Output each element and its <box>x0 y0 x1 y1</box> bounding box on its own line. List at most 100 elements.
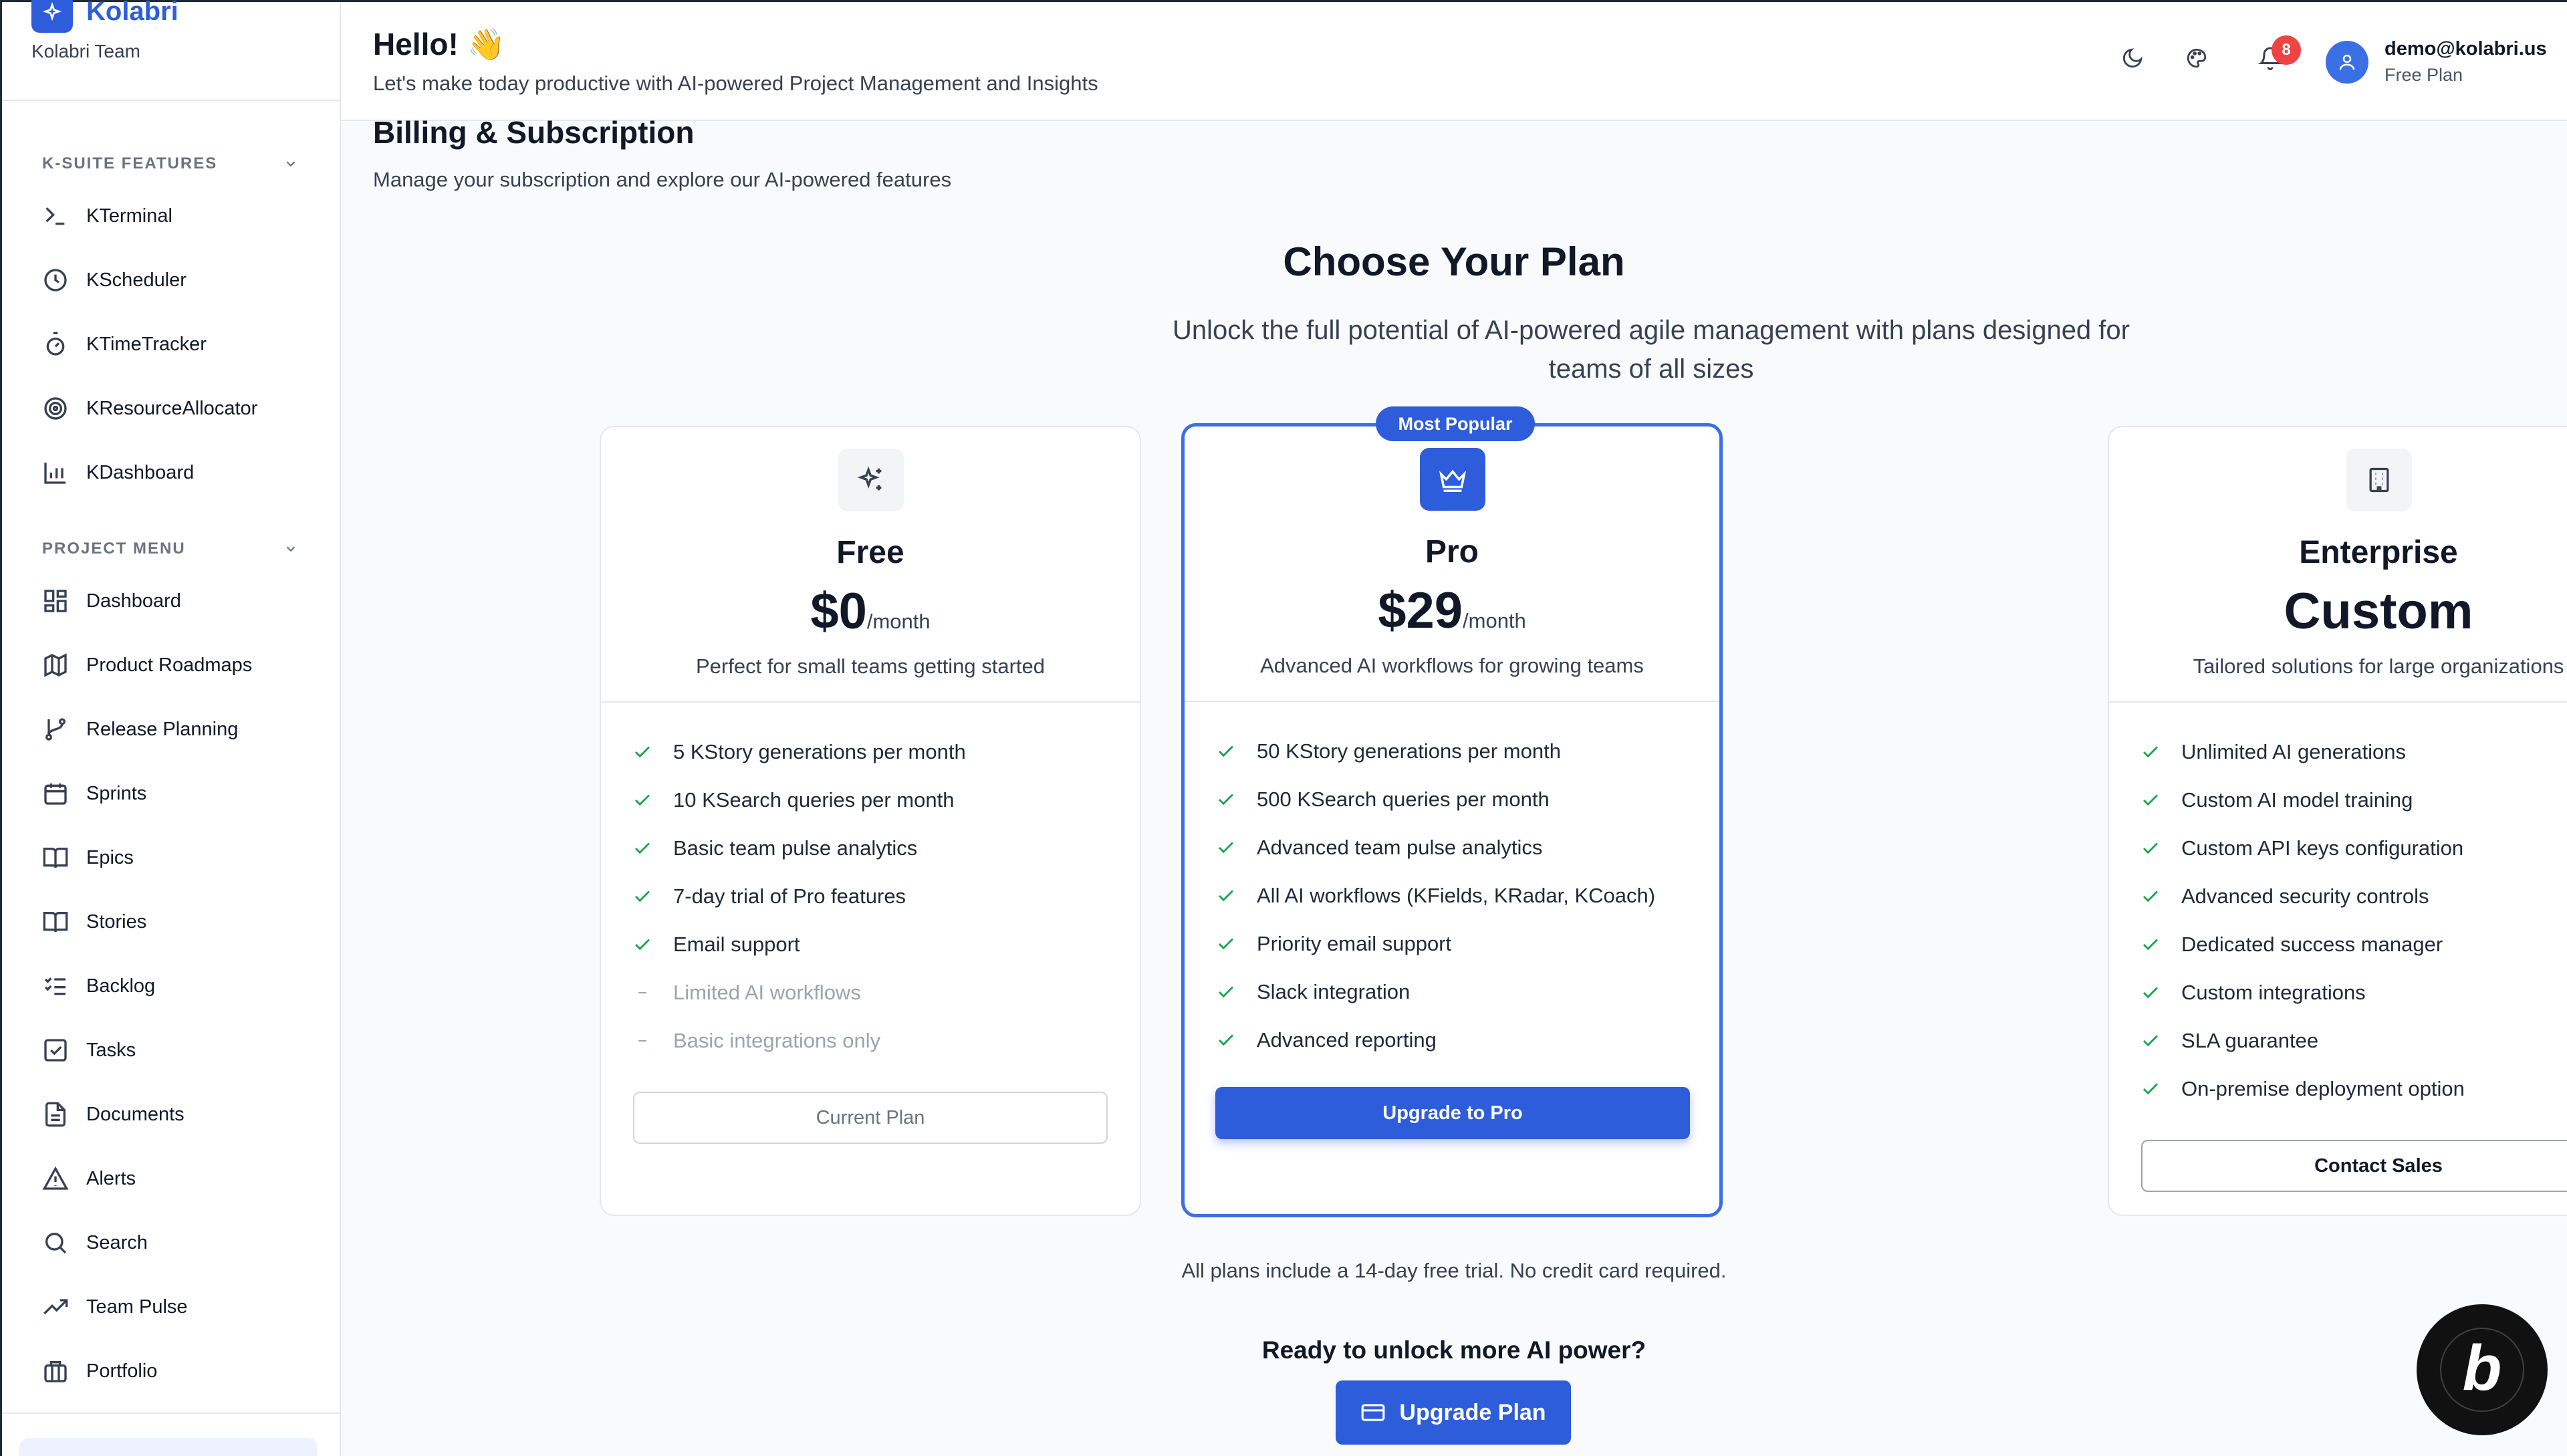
sidebar-item-kresourceallocator[interactable]: KResourceAllocator <box>2 376 341 441</box>
check-icon <box>632 742 653 762</box>
most-popular-badge: Most Popular <box>1376 406 1535 441</box>
list-item: Custom API keys configuration <box>2140 824 2465 872</box>
list-item: Unlimited AI generations <box>2140 728 2465 776</box>
sparkles-logo-icon <box>31 0 73 33</box>
check-icon <box>1215 790 1237 810</box>
brand-name[interactable]: Kolabri <box>86 0 178 27</box>
feature-text: Advanced reporting <box>1257 1028 1437 1052</box>
sidebar-item-stories[interactable]: Stories <box>2 890 341 954</box>
list-item: Slack integration <box>1215 968 1655 1016</box>
sidebar-item-kscheduler[interactable]: KScheduler <box>2 248 341 312</box>
plan-card-enterprise: Enterprise Custom Tailored solutions for… <box>2108 426 2567 1216</box>
sidebar-item-product-roadmaps[interactable]: Product Roadmaps <box>2 633 341 697</box>
brand-header: Kolabri Kolabri Team <box>2 0 340 101</box>
briefcase-icon <box>44 1361 67 1382</box>
plan-card-free: Free $0/month Perfect for small teams ge… <box>600 426 1141 1216</box>
alert-triangle-icon <box>42 1166 69 1190</box>
feature-text: 500 KSearch queries per month <box>1257 787 1550 811</box>
feature-text: Advanced security controls <box>2181 884 2429 908</box>
sidebar-item-epics[interactable]: Epics <box>2 826 341 890</box>
list-item: Advanced team pulse analytics <box>1215 824 1655 872</box>
sidebar-item-dashboard[interactable]: Dashboard <box>2 569 341 633</box>
list-item: All AI workflows (KFields, KRadar, KCoac… <box>1215 872 1655 920</box>
divider <box>1185 701 1719 702</box>
greeting: Hello! 👋 <box>373 27 505 62</box>
sidebar-item-ktimetracker[interactable]: KTimeTracker <box>2 312 341 376</box>
sidebar-item-label: KDashboard <box>86 461 195 483</box>
price-unit: /month <box>866 610 931 633</box>
sidebar-item-label: Epics <box>86 846 134 868</box>
feature-text: 7-day trial of Pro features <box>673 884 906 908</box>
feature-text: SLA guarantee <box>2181 1029 2319 1052</box>
check-icon <box>2140 935 2161 955</box>
user-plan: Free Plan <box>2385 65 2463 85</box>
list-item: Advanced reporting <box>1215 1016 1655 1064</box>
check-square-icon <box>44 1039 67 1062</box>
list-item: 10 KSearch queries per month <box>632 776 966 824</box>
list-item: Custom AI model training <box>2140 776 2465 824</box>
feature-text: Unlimited AI generations <box>2181 740 2407 763</box>
ksuite-section-header[interactable]: K-SUITE FEATURES <box>2 144 341 184</box>
check-icon <box>2140 1031 2161 1051</box>
sidebar-footer-card[interactable] <box>19 1438 318 1456</box>
terminal-icon <box>45 207 65 225</box>
sidebar-item-label: Documents <box>86 1103 185 1125</box>
sidebar-item-tasks[interactable]: Tasks <box>2 1018 341 1082</box>
list-checks-icon <box>44 977 66 995</box>
list-item: 500 KSearch queries per month <box>1215 775 1655 824</box>
project-section: PROJECT MENU Dashboard Product Roadmaps … <box>2 529 341 1403</box>
feature-text: Basic integrations only <box>673 1029 881 1052</box>
feature-text: 5 KStory generations per month <box>673 740 966 763</box>
sidebar-item-kterminal[interactable]: KTerminal <box>2 184 341 248</box>
plan-price: $29/month <box>1185 582 1719 640</box>
moon-icon[interactable] <box>2118 43 2147 73</box>
project-section-title: PROJECT MENU <box>42 539 186 558</box>
sidebar-item-documents[interactable]: Documents <box>2 1082 341 1146</box>
current-plan-button[interactable]: Current Plan <box>633 1092 1108 1144</box>
sidebar-item-sprints[interactable]: Sprints <box>2 761 341 826</box>
price-unit: /month <box>1463 609 1526 632</box>
check-icon <box>2140 983 2161 1003</box>
sidebar-item-team-pulse[interactable]: Team Pulse <box>2 1275 341 1339</box>
page-title: Billing & Subscription <box>373 115 695 150</box>
user-email[interactable]: demo@kolabri.us <box>2385 38 2547 60</box>
divider <box>601 701 1140 703</box>
feature-text: Limited AI workflows <box>673 981 861 1004</box>
sidebar-item-kdashboard[interactable]: KDashboard <box>2 441 341 505</box>
sidebar-item-alerts[interactable]: Alerts <box>2 1146 341 1211</box>
check-icon <box>2140 790 2161 810</box>
feature-text: Email support <box>673 933 800 956</box>
sidebar-item-backlog[interactable]: Backlog <box>2 954 341 1018</box>
git-branch-icon <box>45 718 66 741</box>
notification-badge: 8 <box>2272 35 2301 65</box>
upgrade-plan-button[interactable]: Upgrade Plan <box>1336 1380 1571 1445</box>
plan-price: Custom <box>2109 582 2567 640</box>
divider <box>2109 701 2567 703</box>
contact-sales-button[interactable]: Contact Sales <box>2141 1140 2567 1192</box>
sidebar-item-label: Portfolio <box>86 1360 158 1382</box>
project-section-header[interactable]: PROJECT MENU <box>2 529 341 569</box>
feature-text: Custom integrations <box>2181 981 2366 1004</box>
sidebar: Kolabri Kolabri Team K-SUITE FEATURES KT… <box>2 0 341 1456</box>
file-text-icon <box>45 1102 66 1127</box>
dash-icon <box>632 986 653 999</box>
list-item: Custom integrations <box>2140 969 2465 1017</box>
feature-list: Unlimited AI generations Custom AI model… <box>2140 728 2465 1113</box>
avatar[interactable] <box>2326 41 2368 84</box>
upgrade-plan-label: Upgrade Plan <box>1399 1399 1546 1425</box>
trending-up-icon <box>43 1299 68 1315</box>
palette-icon[interactable] <box>2182 43 2211 73</box>
check-icon <box>1215 934 1237 954</box>
chevron-down-icon <box>286 161 295 167</box>
svg-text:b: b <box>2463 1332 2502 1404</box>
bolt-badge-logo[interactable]: b <box>2417 1304 2548 1435</box>
sidebar-item-portfolio[interactable]: Portfolio <box>2 1339 341 1403</box>
upgrade-to-pro-button[interactable]: Upgrade to Pro <box>1215 1087 1690 1139</box>
dash-icon <box>632 1034 653 1048</box>
plan-name: Pro <box>1425 534 1479 570</box>
sidebar-item-release-planning[interactable]: Release Planning <box>2 697 341 761</box>
feature-text: 10 KSearch queries per month <box>673 788 955 812</box>
plan-name: Enterprise <box>2299 535 2458 570</box>
sidebar-item-search[interactable]: Search <box>2 1211 341 1275</box>
ksuite-section-title: K-SUITE FEATURES <box>42 154 218 172</box>
